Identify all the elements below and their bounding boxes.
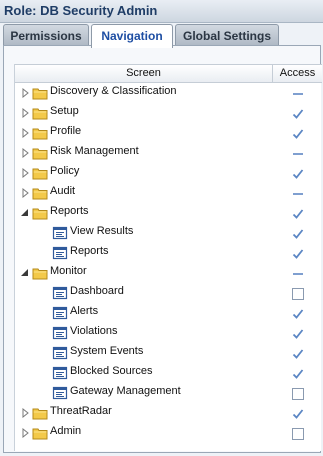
tree-row[interactable]: Admin xyxy=(15,424,322,444)
folder-icon xyxy=(32,406,48,420)
expand-arrow-icon[interactable] xyxy=(20,408,30,418)
tree-row[interactable]: Risk Management xyxy=(15,144,322,164)
tree-row-label: Gateway Management xyxy=(70,385,181,397)
tree-row-label: Policy xyxy=(50,165,80,177)
access-partial-icon[interactable] xyxy=(291,87,305,101)
tree-row[interactable]: Policy xyxy=(15,164,322,184)
tree-row-label: Profile xyxy=(50,125,82,137)
tab-strip: Permissions Navigation Global Settings xyxy=(0,24,323,48)
screen-icon xyxy=(52,286,68,300)
navigation-grid: Screen Access Discovery & Classification… xyxy=(14,64,322,451)
tab-global-settings[interactable]: Global Settings xyxy=(175,24,279,46)
tree-row-label: Reports xyxy=(70,245,109,257)
tree-row-label: Monitor xyxy=(50,265,87,277)
tab-permissions-label: Permissions xyxy=(10,29,82,43)
access-checked-icon[interactable] xyxy=(291,207,305,221)
tree-row-label: Audit xyxy=(50,185,76,197)
screen-icon xyxy=(52,366,68,380)
tree-row-label: Risk Management xyxy=(50,145,139,157)
access-checked-icon[interactable] xyxy=(291,167,305,181)
tree-row-label: Violations xyxy=(70,325,118,337)
tree-row-label: System Events xyxy=(70,345,144,357)
tree-row-label: Dashboard xyxy=(70,285,124,297)
access-checked-icon[interactable] xyxy=(291,127,305,141)
tab-global-settings-label: Global Settings xyxy=(182,29,271,43)
access-partial-icon[interactable] xyxy=(291,267,305,281)
tree-row-label: Discovery & Classification xyxy=(50,85,177,97)
folder-icon xyxy=(32,106,48,120)
access-checked-icon[interactable] xyxy=(291,227,305,241)
access-partial-icon[interactable] xyxy=(291,147,305,161)
tree-row-label: Alerts xyxy=(70,305,99,317)
folder-icon xyxy=(32,166,48,180)
expand-arrow-icon[interactable] xyxy=(20,428,30,438)
tree-row[interactable]: ThreatRadar xyxy=(15,404,322,424)
access-checked-icon[interactable] xyxy=(291,347,305,361)
folder-icon xyxy=(32,186,48,200)
access-checkbox[interactable] xyxy=(291,427,305,441)
access-checkbox[interactable] xyxy=(291,287,305,301)
tree-row[interactable]: Setup xyxy=(15,104,322,124)
expand-arrow-icon[interactable] xyxy=(20,148,30,158)
window-title: Role: DB Security Admin xyxy=(0,0,323,23)
folder-icon xyxy=(32,86,48,100)
folder-icon xyxy=(32,126,48,140)
access-checked-icon[interactable] xyxy=(291,367,305,381)
tab-permissions[interactable]: Permissions xyxy=(3,24,89,46)
tree-row[interactable]: Dashboard xyxy=(15,284,322,304)
folder-icon xyxy=(32,426,48,440)
screen-icon xyxy=(52,346,68,360)
tree-row-label: Admin xyxy=(50,425,82,437)
window-title-text: Role: DB Security Admin xyxy=(4,3,158,18)
access-checked-icon[interactable] xyxy=(291,107,305,121)
tree-row[interactable]: Audit xyxy=(15,184,322,204)
screen-icon xyxy=(52,246,68,260)
column-header-access[interactable]: Access xyxy=(273,65,322,82)
expand-arrow-icon[interactable] xyxy=(20,108,30,118)
tree-row-label: Setup xyxy=(50,105,79,117)
tab-navigation-label: Navigation xyxy=(101,29,163,43)
expand-arrow-icon[interactable] xyxy=(20,88,30,98)
tree-row[interactable]: Discovery & Classification xyxy=(15,84,322,104)
tree-row[interactable]: View Results xyxy=(15,224,322,244)
column-header-screen[interactable]: Screen xyxy=(15,65,273,82)
screen-icon xyxy=(52,226,68,240)
screen-icon xyxy=(52,306,68,320)
folder-icon xyxy=(32,146,48,160)
tree-row-label: View Results xyxy=(70,225,134,237)
access-checked-icon[interactable] xyxy=(291,407,305,421)
screen-icon xyxy=(52,386,68,400)
tree-row[interactable]: Blocked Sources xyxy=(15,364,322,384)
access-checked-icon[interactable] xyxy=(291,327,305,341)
tab-navigation[interactable]: Navigation xyxy=(91,24,173,48)
tree-row[interactable]: Violations xyxy=(15,324,322,344)
access-checked-icon[interactable] xyxy=(291,247,305,261)
expand-arrow-icon[interactable] xyxy=(20,188,30,198)
folder-icon xyxy=(32,266,48,280)
folder-icon xyxy=(32,206,48,220)
expand-arrow-icon[interactable] xyxy=(20,168,30,178)
access-checked-icon[interactable] xyxy=(291,307,305,321)
collapse-arrow-icon[interactable] xyxy=(20,268,30,278)
tree-row-label: Reports xyxy=(50,205,89,217)
tree-row[interactable]: Profile xyxy=(15,124,322,144)
grid-header: Screen Access xyxy=(15,64,322,83)
navigation-panel: Screen Access Discovery & Classification… xyxy=(3,45,322,453)
tree-row[interactable]: Monitor xyxy=(15,264,322,284)
tree-row[interactable]: System Events xyxy=(15,344,322,364)
tree-row[interactable]: Reports xyxy=(15,204,322,224)
access-partial-icon[interactable] xyxy=(291,187,305,201)
access-checkbox[interactable] xyxy=(291,387,305,401)
tree-row[interactable]: Reports xyxy=(15,244,322,264)
tree-row-label: Blocked Sources xyxy=(70,365,153,377)
grid-rows: Discovery & Classification Setup Profile Ri… xyxy=(15,84,322,444)
collapse-arrow-icon[interactable] xyxy=(20,208,30,218)
tree-row[interactable]: Alerts xyxy=(15,304,322,324)
tree-row[interactable]: Gateway Management xyxy=(15,384,322,404)
tree-row-label: ThreatRadar xyxy=(50,405,112,417)
screen-icon xyxy=(52,326,68,340)
expand-arrow-icon[interactable] xyxy=(20,128,30,138)
